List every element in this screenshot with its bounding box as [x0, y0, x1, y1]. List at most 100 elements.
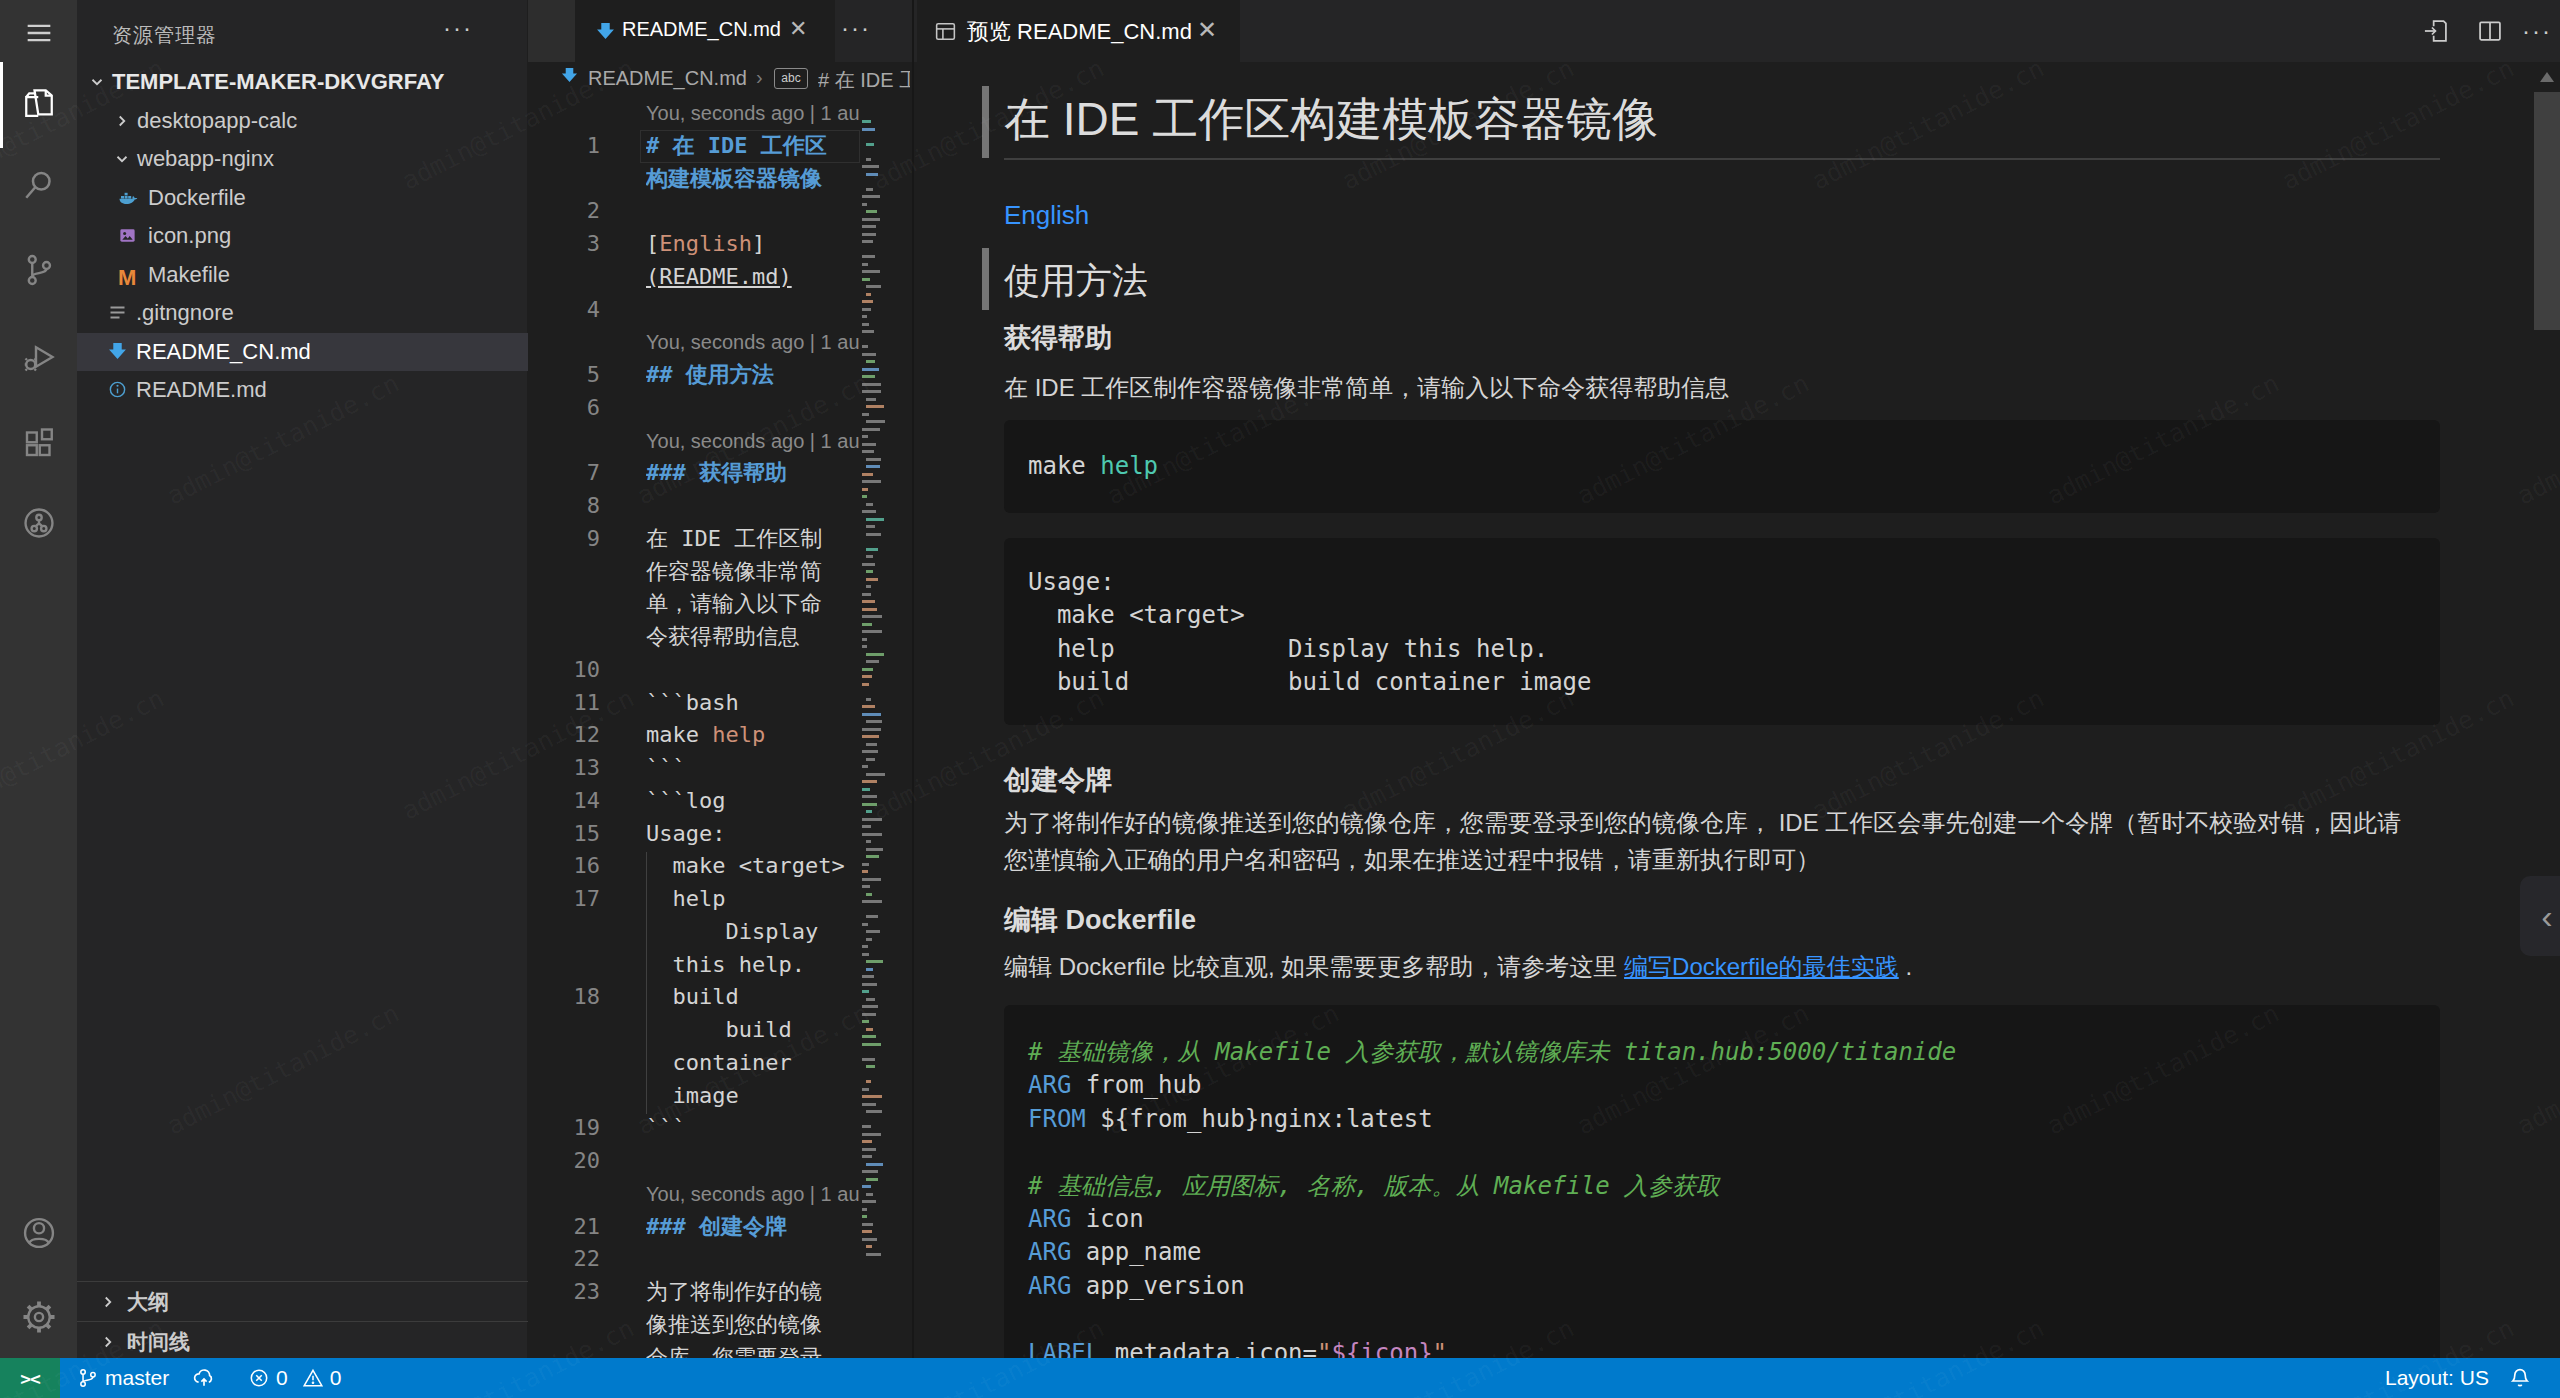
error-count: 0 [276, 1366, 288, 1390]
sidebar-item-remote-explorer[interactable] [0, 495, 77, 551]
line-number: 16 [528, 850, 600, 883]
editor-code-area[interactable]: You, seconds ago | 1 au1# 在 IDE 工作区构建模板容… [528, 97, 862, 1358]
scrollbar-up-arrow[interactable] [2540, 72, 2554, 82]
tree-item--gitngnore[interactable]: .gitngnore [77, 294, 528, 333]
preview-paragraph: 为了将制作好的镜像推送到您的镜像仓库，您需要登录到您的镜像仓库， IDE 工作区… [1004, 804, 2424, 879]
tree-item-webapp-nginx[interactable]: webapp-nginx [77, 140, 528, 179]
menu-icon [22, 16, 56, 50]
codelens-annotation[interactable]: You, seconds ago | 1 au [646, 97, 862, 130]
markdown-icon [108, 342, 127, 361]
remote-indicator[interactable]: >< [0, 1358, 60, 1398]
editor-line: 构建模板容器镜像 [528, 163, 862, 196]
error-icon [248, 1367, 270, 1389]
tree-root-label: TEMPLATE-MAKER-DKVGRFAY [112, 69, 444, 95]
line-number: 19 [528, 1112, 600, 1145]
codelens-annotation[interactable]: You, seconds ago | 1 au [646, 425, 862, 458]
editor-tab-bar: README_CN.md ✕ ··· [528, 0, 912, 62]
line-number: 23 [528, 1276, 600, 1309]
editor-line: 20 [528, 1145, 862, 1178]
tree-root[interactable]: TEMPLATE-MAKER-DKVGRFAY [77, 63, 528, 102]
preview-scrollbar[interactable] [2534, 92, 2560, 330]
tab-close-icon[interactable]: ✕ [789, 16, 807, 42]
editor-line: 8 [528, 490, 862, 523]
breadcrumb-symbol[interactable]: # 在 IDE 工作区构建模板容器镜像 [818, 67, 910, 94]
line-number: 13 [528, 752, 600, 785]
editor-line: container [528, 1047, 862, 1080]
sidebar-item-source-control[interactable] [0, 242, 77, 298]
branch-status[interactable]: master [77, 1358, 169, 1398]
tree-item-readme-cn-md[interactable]: README_CN.md [77, 333, 528, 372]
editor-line: Display [528, 916, 862, 949]
tree-item-label: Makefile [148, 262, 230, 288]
dockerfile-best-practice-link[interactable]: 编写Dockerfile的最佳实践 [1624, 953, 1899, 980]
warning-count: 0 [330, 1366, 342, 1390]
editor-more-actions[interactable]: ··· [836, 14, 876, 42]
sidebar-item-explorer[interactable] [0, 75, 77, 131]
line-number: 12 [528, 719, 600, 752]
docker-icon [118, 188, 138, 208]
line-number: 14 [528, 785, 600, 818]
tree-item-readme-md[interactable]: README.md [77, 371, 528, 410]
tab-preview-readme-cn[interactable]: 预览 README_CN.md ✕ [917, 0, 1240, 62]
tree-item-dockerfile[interactable]: Dockerfile [77, 179, 528, 218]
sidebar-section-timeline[interactable]: 时间线 [77, 1321, 528, 1361]
p3-text: 编辑 Dockerfile 比较直观, 如果需要更多帮助，请参考这里 [1004, 953, 1624, 980]
sync-status[interactable] [192, 1358, 216, 1398]
line-number: 1 [528, 130, 600, 163]
sidebar-item-search[interactable] [0, 157, 77, 213]
p3-text-after: . [1899, 953, 1912, 980]
activity-bar [0, 0, 77, 1398]
breadcrumb-file[interactable]: README_CN.md [588, 67, 747, 90]
markdown-preview[interactable]: 在 IDE 工作区构建模板容器镜像 English 使用方法 获得帮助 在 ID… [914, 62, 2560, 1358]
line-number: 6 [528, 392, 600, 425]
remote-explorer-icon [20, 504, 58, 542]
editor-line: (README.md) [528, 261, 862, 294]
file-tree: TEMPLATE-MAKER-DKVGRFAY desktopapp-calcwe… [77, 63, 528, 410]
codelens-row: You, seconds ago | 1 au [528, 425, 862, 458]
editor-line: 17 help [528, 883, 862, 916]
tree-item-desktopapp-calc[interactable]: desktopapp-calc [77, 102, 528, 141]
status-bar: >< master 0 0 Layout: US [0, 1358, 2560, 1398]
settings-button[interactable] [0, 1289, 77, 1345]
tree-item-label: .gitngnore [136, 300, 234, 326]
editor-line: 7### 获得帮助 [528, 457, 862, 490]
accounts-icon [20, 1214, 58, 1252]
line-number: 4 [528, 294, 600, 327]
tree-item-makefile[interactable]: MMakefile [77, 256, 528, 295]
minimap[interactable] [862, 110, 886, 1270]
tab-readme-cn[interactable]: README_CN.md ✕ [575, 0, 835, 62]
keyboard-layout-status[interactable]: Layout: US [2385, 1358, 2489, 1398]
section-label: 时间线 [127, 1328, 190, 1356]
sidebar-item-run-debug[interactable] [0, 329, 77, 385]
show-source-button[interactable] [2422, 17, 2450, 45]
tree-item-label: README_CN.md [136, 339, 311, 365]
chevron-right-icon [99, 1293, 117, 1311]
menu-button[interactable] [0, 5, 77, 61]
editor-line: 像推送到您的镜像 [528, 1309, 862, 1342]
chevron-down-icon [88, 73, 106, 91]
warning-icon [302, 1367, 324, 1389]
sidebar-item-extensions[interactable] [0, 415, 77, 471]
preview-more-actions[interactable]: ··· [2522, 17, 2552, 45]
tree-item-icon-png[interactable]: icon.png [77, 217, 528, 256]
codelens-annotation[interactable]: You, seconds ago | 1 au [646, 326, 862, 359]
accounts-button[interactable] [0, 1205, 77, 1261]
preview-h3-dockerfile: 编辑 Dockerfile [1004, 905, 1196, 935]
sidebar-more-actions[interactable]: ··· [443, 14, 473, 42]
sidebar-section-outline[interactable]: 大纲 [77, 1281, 528, 1321]
split-editor-button[interactable] [2476, 17, 2504, 45]
panel-toggle-chevron[interactable]: ‹ [2520, 876, 2560, 956]
tab-close-icon[interactable]: ✕ [1197, 16, 1217, 44]
english-link[interactable]: English [1004, 201, 1089, 229]
codelens-annotation[interactable]: You, seconds ago | 1 au [646, 1178, 862, 1211]
partial-tab[interactable] [528, 0, 575, 62]
markdown-file-icon [561, 67, 578, 84]
git-branch-icon [77, 1367, 99, 1389]
notifications-bell[interactable] [2508, 1358, 2532, 1398]
list-icon [108, 303, 128, 323]
problems-status[interactable]: 0 0 [248, 1358, 341, 1398]
codelens-row: You, seconds ago | 1 au [528, 97, 862, 130]
layout-label: Layout: US [2385, 1366, 2489, 1390]
line-number: 22 [528, 1243, 600, 1276]
settings-gear-icon [20, 1298, 58, 1336]
